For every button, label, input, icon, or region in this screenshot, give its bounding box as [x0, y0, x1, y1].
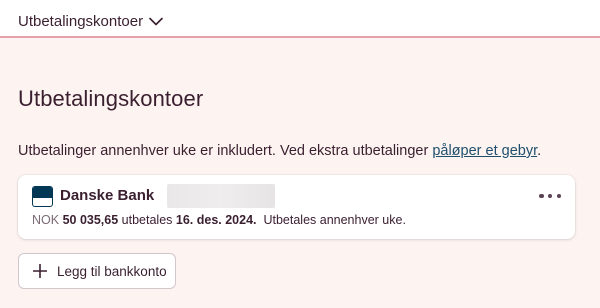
fee-link[interactable]: påløper et gebyr — [432, 143, 537, 159]
accounts-menu-label: Utbetalingskontoer — [18, 13, 144, 30]
page-title: Utbetalingskontoer — [18, 86, 204, 111]
plus-icon — [33, 264, 47, 278]
payout-amount: 50 035,65 — [62, 213, 119, 227]
currency: NOK — [32, 213, 60, 227]
payout-details: NOK 50 035,65 utbetales 16. des. 2024. U… — [32, 213, 406, 227]
payout-info-end: . — [537, 143, 542, 159]
add-bank-account-button[interactable]: Legg til bankkonto — [18, 253, 176, 289]
payout-info-main: Utbetalinger annenhver uke er inkludert.… — [18, 143, 433, 159]
chevron-down-icon — [149, 17, 163, 26]
payout-verb: utbetales — [121, 213, 173, 227]
bank-name: Danske Bank — [60, 187, 155, 204]
payout-frequency: Utbetales annenhver uke. — [263, 213, 406, 227]
add-bank-account-label: Legg til bankkonto — [57, 263, 167, 279]
top-bar: Utbetalingskontoer — [0, 0, 600, 38]
payout-info-text: Utbetalinger annenhver uke er inkludert.… — [18, 143, 541, 159]
masked-account-number — [167, 184, 275, 208]
bank-account-card: Danske Bank NOK 50 035,65 utbetales 16. … — [18, 175, 575, 239]
payout-date: 16. des. 2024. — [175, 213, 257, 227]
danske-bank-logo — [32, 186, 53, 207]
more-options-icon[interactable] — [539, 189, 561, 203]
accounts-menu-toggle[interactable]: Utbetalingskontoer — [18, 13, 163, 30]
